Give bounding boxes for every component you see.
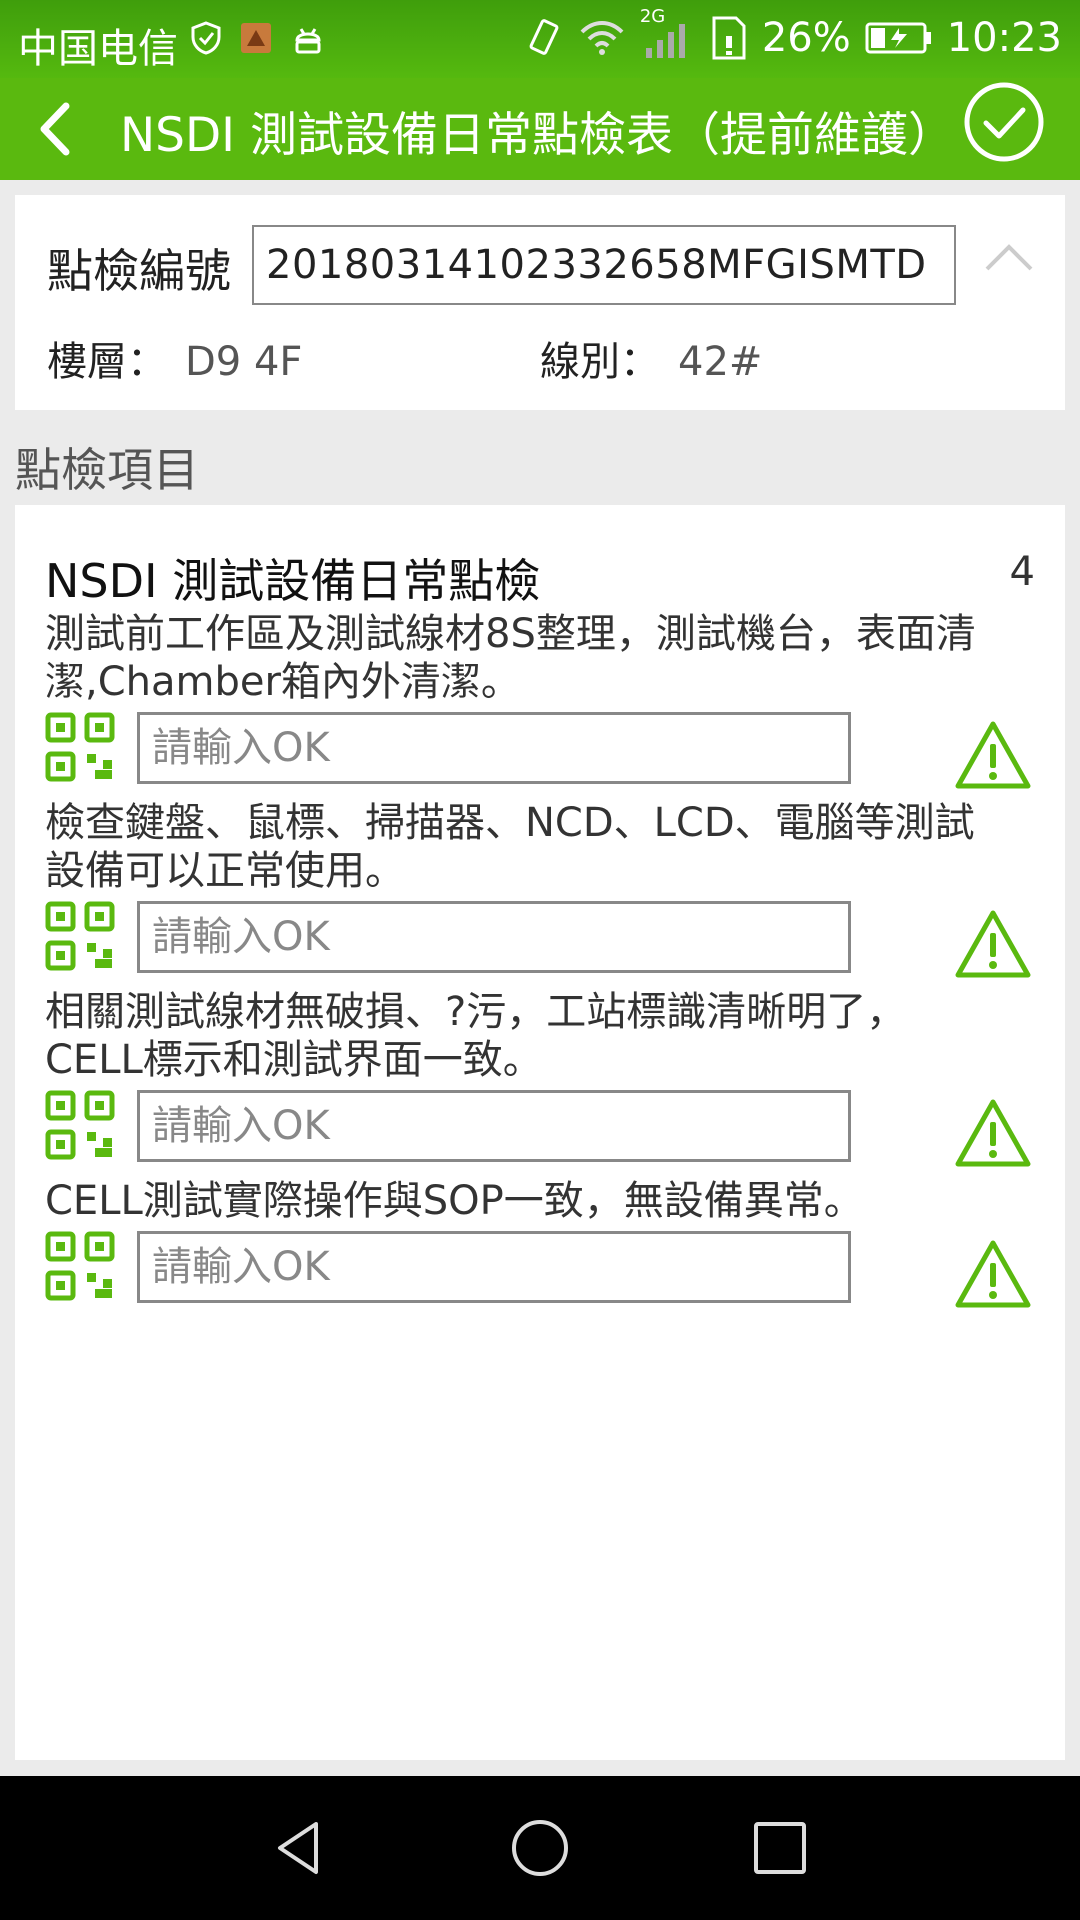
chevron-up-icon[interactable]	[979, 239, 1039, 279]
group-count: 4	[1009, 549, 1035, 595]
inspection-items-card: NSDI 測試設備日常點檢 4 測試前工作區及測試線材8S整理，測試機台，表面清…	[15, 505, 1065, 1760]
qr-code-icon[interactable]	[45, 1090, 115, 1160]
line-label: 線別：	[540, 339, 660, 385]
qr-code-icon[interactable]	[45, 901, 115, 971]
ok-input[interactable]: 請輸入OK	[137, 901, 851, 973]
qr-code-icon[interactable]	[45, 712, 115, 782]
shield-icon	[191, 21, 221, 55]
system-nav-bar	[0, 1776, 1080, 1920]
floor-value: D9 4F	[185, 339, 303, 385]
inspection-header-card: 點檢編號 20180314102332658MFGISMTD 樓層： D9 4F …	[15, 195, 1065, 410]
item-description-line: 檢查鍵盤、鼠標、掃描器、NCD、LCD、電腦等測試	[45, 800, 975, 846]
list-item: CELL測試實際操作與SOP一致，無設備異常。 請輸入OK	[45, 1177, 1045, 1311]
group-title: NSDI 測試設備日常點檢	[45, 554, 541, 608]
warning-icon[interactable]	[955, 909, 1031, 979]
floor-info: 樓層： D9 4F	[47, 329, 302, 387]
item-description: 檢查鍵盤、鼠標、掃描器、NCD、LCD、電腦等測試 設備可以正常使用。	[45, 799, 1045, 895]
section-title: 點檢項目	[15, 443, 199, 497]
qr-code-icon[interactable]	[45, 1231, 115, 1301]
warning-icon[interactable]	[955, 720, 1031, 790]
android-icon	[295, 28, 321, 54]
line-info: 線別： 42#	[540, 329, 762, 387]
inspection-id-label: 點檢編號	[47, 244, 231, 298]
item-description-line: 測試前工作區及測試線材8S整理，測試機台，表面清	[45, 611, 976, 657]
inspection-id-field[interactable]: 20180314102332658MFGISMTD	[252, 225, 956, 305]
vibrate-icon	[529, 19, 559, 55]
battery-percent: 26%	[761, 15, 851, 61]
ok-input[interactable]: 請輸入OK	[137, 1090, 851, 1162]
nav-back-icon[interactable]	[270, 1818, 330, 1878]
item-description-line: CELL標示和測試界面一致。	[45, 1037, 543, 1083]
item-description-line: CELL測試實際操作與SOP一致，無設備異常。	[45, 1178, 864, 1224]
app-notification-icon	[241, 23, 271, 53]
page-title: NSDI 測試設備日常點檢表（提前維護）	[120, 108, 955, 163]
sim-icon	[712, 16, 746, 60]
wifi-icon	[580, 21, 624, 55]
signal-icon: 2G	[640, 6, 694, 62]
battery-icon	[865, 22, 931, 54]
item-description: 測試前工作區及測試線材8S整理，測試機台，表面清 潔,Chamber箱內外清潔。	[45, 610, 1045, 706]
item-description-line: 潔,Chamber箱內外清潔。	[45, 659, 521, 705]
warning-icon[interactable]	[955, 1098, 1031, 1168]
item-description: 相關測試線材無破損、?污，工站標識清晰明了， CELL標示和測試界面一致。	[45, 988, 1045, 1084]
carrier-name: 中国电信	[18, 26, 178, 72]
list-item: 測試前工作區及測試線材8S整理，測試機台，表面清 潔,Chamber箱內外清潔。…	[45, 610, 1045, 792]
list-item: 相關測試線材無破損、?污，工站標識清晰明了， CELL標示和測試界面一致。 請輸…	[45, 988, 1045, 1170]
warning-icon[interactable]	[955, 1239, 1031, 1309]
nav-home-icon[interactable]	[510, 1818, 570, 1878]
item-description: CELL測試實際操作與SOP一致，無設備異常。	[45, 1177, 1045, 1225]
item-description-line: 相關測試線材無破損、?污，工站標識清晰明了，	[45, 989, 907, 1035]
nav-recents-icon[interactable]	[750, 1818, 810, 1878]
floor-label: 樓層：	[47, 339, 167, 385]
ok-input[interactable]: 請輸入OK	[137, 712, 851, 784]
line-value: 42#	[678, 339, 763, 385]
status-bar: 中国电信 2G 26% 10:23	[0, 0, 1080, 78]
ok-input[interactable]: 請輸入OK	[137, 1231, 851, 1303]
clock: 10:23	[946, 15, 1062, 61]
item-description-line: 設備可以正常使用。	[45, 848, 405, 894]
list-item: 檢查鍵盤、鼠標、掃描器、NCD、LCD、電腦等測試 設備可以正常使用。 請輸入O…	[45, 799, 1045, 981]
app-bar: NSDI 測試設備日常點檢表（提前維護）	[0, 78, 1080, 180]
back-arrow-icon[interactable]	[22, 94, 86, 164]
check-circle-icon[interactable]	[962, 80, 1046, 164]
